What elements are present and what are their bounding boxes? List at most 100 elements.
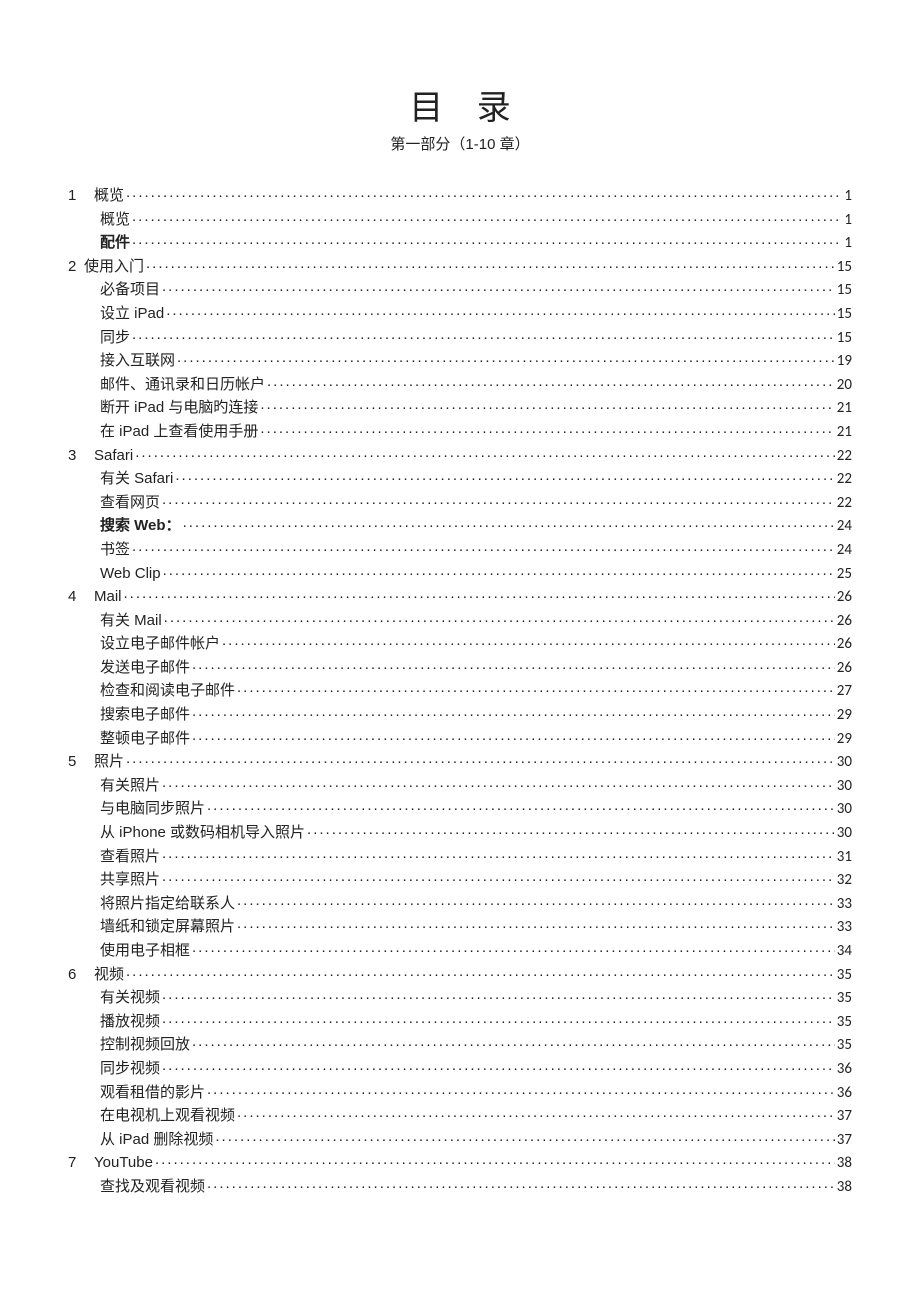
toc-label: 配件 <box>100 231 130 255</box>
toc-page-number: 36 <box>837 1057 852 1081</box>
toc-row: 有关照片 30 <box>68 774 852 798</box>
toc-row: 书签24 <box>68 538 852 562</box>
toc-label: 查看照片 <box>100 845 160 869</box>
toc-leader <box>126 964 835 979</box>
toc-page-number: 35 <box>837 1033 852 1057</box>
toc-label: 有关照片 <box>100 774 160 798</box>
toc-page-number: 22 <box>837 467 852 491</box>
toc-page-number: 27 <box>837 679 852 703</box>
toc-label: 接入互联网 <box>100 349 175 373</box>
toc-leader <box>162 869 835 884</box>
toc-label: 有关 Mail <box>100 609 162 633</box>
toc-page-number: 30 <box>837 774 852 798</box>
toc-leader <box>207 1082 835 1097</box>
toc-leader <box>132 539 835 554</box>
page-subtitle: 第一部分（1-10 章） <box>68 133 852 154</box>
toc-label: YouTube <box>94 1151 153 1175</box>
toc-row: 设立 iPad15 <box>68 302 852 326</box>
toc-label: 控制视频回放 <box>100 1033 190 1057</box>
toc-leader <box>192 704 835 719</box>
toc-leader <box>162 775 835 790</box>
toc-leader <box>177 350 835 365</box>
toc-leader <box>162 1058 835 1073</box>
toc-row: 概览1 <box>68 208 852 232</box>
toc-leader <box>162 492 835 507</box>
toc-leader <box>126 751 835 766</box>
toc-label: 同步视频 <box>100 1057 160 1081</box>
toc-leader <box>207 1176 835 1191</box>
toc-label: 使用电子相框 <box>100 939 190 963</box>
toc-label: 有关视频 <box>100 986 160 1010</box>
toc-label: 查看网页 <box>100 491 160 515</box>
toc-row: 设立电子邮件帐户26 <box>68 632 852 656</box>
toc-row: Web Clip25 <box>68 562 852 586</box>
toc-page-number: 19 <box>837 349 852 373</box>
toc-number: 3 <box>68 444 94 468</box>
toc-label: 有关 Safari <box>100 467 173 491</box>
toc-leader <box>260 421 834 436</box>
toc-number: 1 <box>68 184 94 208</box>
toc-row: 1概览1 <box>68 184 852 208</box>
toc-label: 检查和阅读电子邮件 <box>100 679 235 703</box>
toc-label: 搜索电子邮件 <box>100 703 190 727</box>
toc-label: 将照片指定给联系人 <box>100 892 235 916</box>
toc-label: 断开 iPad 与电脑旳连接 <box>100 396 258 420</box>
toc-leader <box>192 657 835 672</box>
toc-label: 书签 <box>100 538 130 562</box>
toc-row: 同步15 <box>68 326 852 350</box>
toc-number: 2 <box>68 255 84 279</box>
toc-leader <box>237 1105 835 1120</box>
toc-label: 同步 <box>100 326 130 350</box>
toc-page-number: 37 <box>837 1104 852 1128</box>
toc-label: 设立 iPad <box>100 302 164 326</box>
toc-page: 目 录 第一部分（1-10 章） 1概览1概览1配件12使用入门15必备项目15… <box>0 0 920 1239</box>
toc-leader <box>307 822 835 837</box>
toc-row: 配件 1 <box>68 231 852 255</box>
toc-page-number: 15 <box>837 278 852 302</box>
toc-leader <box>124 586 835 601</box>
toc-page-number: 25 <box>837 562 852 586</box>
toc-row: 有关 Mail 26 <box>68 609 852 633</box>
toc-page-number: 1 <box>844 184 852 208</box>
toc-page-number: 29 <box>837 727 852 751</box>
toc-label: 墙纸和锁定屏幕照片 <box>100 915 235 939</box>
toc-page-number: 26 <box>837 632 852 656</box>
toc-row: 查找及观看视频38 <box>68 1175 852 1199</box>
toc-leader <box>146 256 835 271</box>
toc-label: 在 iPad 上查看使用手册 <box>100 420 258 444</box>
toc-label: 必备项目 <box>100 278 160 302</box>
toc-leader <box>162 987 835 1002</box>
toc-leader <box>267 374 835 389</box>
toc-label: 概览 <box>100 208 130 232</box>
toc-leader <box>132 209 842 224</box>
toc-label: 播放视频 <box>100 1010 160 1034</box>
toc-page-number: 36 <box>837 1081 852 1105</box>
toc-leader <box>162 846 835 861</box>
toc-page-number: 34 <box>837 939 852 963</box>
toc-row: 播放视频35 <box>68 1010 852 1034</box>
toc-leader <box>166 303 835 318</box>
toc-row: 邮件、通讯录和日历帐户20 <box>68 373 852 397</box>
toc-label: 从 iPad 删除视频 <box>100 1128 213 1152</box>
toc-page-number: 30 <box>837 750 852 774</box>
toc-row: 与电脑同步照片30 <box>68 797 852 821</box>
toc-page-number: 24 <box>837 514 852 538</box>
toc-row: 7YouTube38 <box>68 1151 852 1175</box>
toc-page-number: 21 <box>837 420 852 444</box>
toc-leader <box>132 327 835 342</box>
toc-row: 2使用入门15 <box>68 255 852 279</box>
toc-row: 4Mail26 <box>68 585 852 609</box>
toc-number: 5 <box>68 750 94 774</box>
toc-label: 从 iPhone 或数码相机导入照片 <box>100 821 305 845</box>
toc-page-number: 15 <box>837 255 852 279</box>
toc-row: 整顿电子邮件29 <box>68 727 852 751</box>
toc-page-number: 1 <box>844 231 852 255</box>
toc-page-number: 26 <box>837 609 852 633</box>
toc-leader <box>135 445 835 460</box>
toc-row: 必备项目 15 <box>68 278 852 302</box>
toc-row: 在 iPad 上查看使用手册 21 <box>68 420 852 444</box>
toc-row: 从 iPad 删除视频37 <box>68 1128 852 1152</box>
toc-row: 发送电子邮件26 <box>68 656 852 680</box>
toc-page-number: 21 <box>837 396 852 420</box>
toc-page-number: 32 <box>837 868 852 892</box>
